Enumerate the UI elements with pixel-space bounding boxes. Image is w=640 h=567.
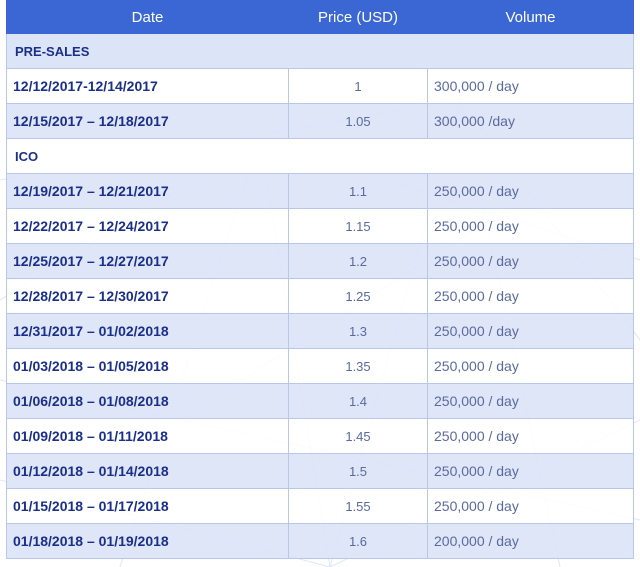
table-row: 12/28/2017 – 12/30/2017 1.25 250,000 / d… bbox=[6, 278, 634, 314]
section-row-presales: PRE-SALES bbox=[6, 33, 634, 69]
cell-date: 01/18/2018 – 01/19/2018 bbox=[6, 523, 289, 559]
cell-price: 1.25 bbox=[288, 278, 428, 314]
table-row: 01/03/2018 – 01/05/2018 1.35 250,000 / d… bbox=[6, 348, 634, 384]
cell-price: 1.55 bbox=[288, 488, 428, 524]
cell-volume: 250,000 / day bbox=[427, 348, 634, 384]
cell-volume: 300,000 /day bbox=[427, 103, 634, 139]
cell-price: 1 bbox=[288, 68, 428, 104]
cell-price: 1.15 bbox=[288, 208, 428, 244]
header-price: Price (USD) bbox=[288, 0, 428, 34]
cell-price: 1.6 bbox=[288, 523, 428, 559]
cell-volume: 250,000 / day bbox=[427, 488, 634, 524]
cell-price: 1.5 bbox=[288, 453, 428, 489]
table-row: 12/15/2017 – 12/18/2017 1.05 300,000 /da… bbox=[6, 103, 634, 139]
cell-date: 01/06/2018 – 01/08/2018 bbox=[6, 383, 289, 419]
table-row: 01/09/2018 – 01/11/2018 1.45 250,000 / d… bbox=[6, 418, 634, 454]
price-schedule-panel: Date Price (USD) Volume PRE-SALES 12/12/… bbox=[0, 0, 640, 567]
cell-date: 01/09/2018 – 01/11/2018 bbox=[6, 418, 289, 454]
table-row: 12/31/2017 – 01/02/2018 1.3 250,000 / da… bbox=[6, 313, 634, 349]
cell-date: 12/22/2017 – 12/24/2017 bbox=[6, 208, 289, 244]
cell-price: 1.4 bbox=[288, 383, 428, 419]
cell-date: 01/15/2018 – 01/17/2018 bbox=[6, 488, 289, 524]
table-row: 01/12/2018 – 01/14/2018 1.5 250,000 / da… bbox=[6, 453, 634, 489]
cell-date: 12/19/2017 – 12/21/2017 bbox=[6, 173, 289, 209]
cell-volume: 250,000 / day bbox=[427, 173, 634, 209]
section-label-ico: ICO bbox=[6, 138, 634, 174]
table-header-row: Date Price (USD) Volume bbox=[6, 0, 634, 34]
cell-price: 1.35 bbox=[288, 348, 428, 384]
cell-price: 1.2 bbox=[288, 243, 428, 279]
section-row-ico: ICO bbox=[6, 138, 634, 174]
section-label-presales: PRE-SALES bbox=[6, 33, 634, 69]
cell-volume: 250,000 / day bbox=[427, 243, 634, 279]
table-row: 12/12/2017-12/14/2017 1 300,000 / day bbox=[6, 68, 634, 104]
cell-price: 1.3 bbox=[288, 313, 428, 349]
cell-volume: 250,000 / day bbox=[427, 418, 634, 454]
cell-date: 01/12/2018 – 01/14/2018 bbox=[6, 453, 289, 489]
header-volume: Volume bbox=[427, 0, 634, 34]
table-row: 12/19/2017 – 12/21/2017 1.1 250,000 / da… bbox=[6, 173, 634, 209]
cell-price: 1.1 bbox=[288, 173, 428, 209]
cell-volume: 250,000 / day bbox=[427, 278, 634, 314]
table-row: 01/06/2018 – 01/08/2018 1.4 250,000 / da… bbox=[6, 383, 634, 419]
cell-price: 1.05 bbox=[288, 103, 428, 139]
cell-date: 12/28/2017 – 12/30/2017 bbox=[6, 278, 289, 314]
cell-volume: 250,000 / day bbox=[427, 208, 634, 244]
cell-volume: 200,000 / day bbox=[427, 523, 634, 559]
cell-date: 12/25/2017 – 12/27/2017 bbox=[6, 243, 289, 279]
cell-date: 12/12/2017-12/14/2017 bbox=[6, 68, 289, 104]
price-table: Date Price (USD) Volume PRE-SALES 12/12/… bbox=[6, 0, 634, 559]
header-date: Date bbox=[6, 0, 289, 34]
cell-price: 1.45 bbox=[288, 418, 428, 454]
cell-volume: 250,000 / day bbox=[427, 383, 634, 419]
table-row: 12/25/2017 – 12/27/2017 1.2 250,000 / da… bbox=[6, 243, 634, 279]
cell-volume: 250,000 / day bbox=[427, 453, 634, 489]
cell-volume: 250,000 / day bbox=[427, 313, 634, 349]
cell-date: 01/03/2018 – 01/05/2018 bbox=[6, 348, 289, 384]
table-row: 01/18/2018 – 01/19/2018 1.6 200,000 / da… bbox=[6, 523, 634, 559]
table-row: 01/15/2018 – 01/17/2018 1.55 250,000 / d… bbox=[6, 488, 634, 524]
cell-date: 12/31/2017 – 01/02/2018 bbox=[6, 313, 289, 349]
table-body: PRE-SALES 12/12/2017-12/14/2017 1 300,00… bbox=[6, 33, 634, 559]
cell-date: 12/15/2017 – 12/18/2017 bbox=[6, 103, 289, 139]
cell-volume: 300,000 / day bbox=[427, 68, 634, 104]
table-row: 12/22/2017 – 12/24/2017 1.15 250,000 / d… bbox=[6, 208, 634, 244]
